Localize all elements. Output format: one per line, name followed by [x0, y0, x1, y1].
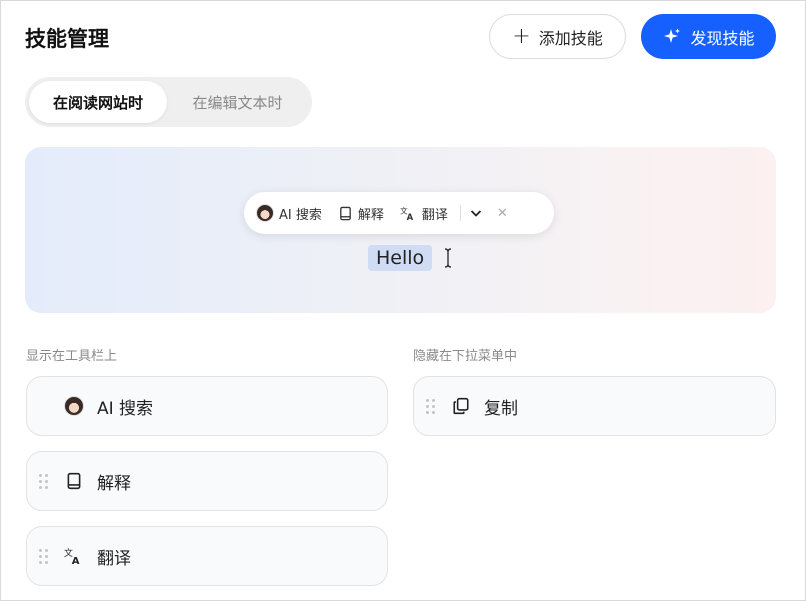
selected-text: Hello	[368, 245, 433, 271]
book-icon	[340, 206, 351, 220]
preview-toolbar-label: 翻译	[421, 207, 448, 223]
preview-toolbar-label: 解释	[357, 207, 384, 223]
skill-label: AI 搜索	[97, 398, 154, 419]
plus-icon: +	[512, 23, 531, 49]
toolbar-preview: AI 搜索 解释 文 A 翻译 ✕ Hello	[25, 147, 776, 313]
preview-toolbar-label: AI 搜索	[279, 207, 322, 223]
page-title: 技能管理	[25, 27, 109, 51]
skill-label: 翻译	[97, 548, 131, 569]
ai-avatar-icon	[256, 204, 274, 222]
skill-label: 解释	[97, 473, 131, 494]
sparkle-icon	[664, 28, 681, 43]
context-tabs: 在阅读网站时 在编辑文本时	[25, 77, 312, 127]
copy-icon	[453, 397, 469, 415]
skill-card-translate[interactable]: 文 A 翻译	[26, 526, 388, 586]
shown-section-label: 显示在工具栏上	[26, 349, 118, 364]
skill-card-copy[interactable]: 复制	[413, 376, 776, 436]
drag-handle-placeholder	[39, 399, 49, 414]
preview-toolbar-item: 文 A 翻译	[400, 204, 448, 223]
add-skill-button[interactable]: + 添加技能	[489, 14, 626, 59]
close-icon: ✕	[496, 205, 508, 221]
drag-handle-icon[interactable]	[426, 398, 436, 414]
ai-avatar-icon	[64, 396, 84, 416]
skill-card-ai-search[interactable]: AI 搜索	[26, 376, 388, 436]
preview-floating-toolbar: AI 搜索 解释 文 A 翻译 ✕	[244, 192, 554, 234]
skill-card-explain[interactable]: 解释	[26, 451, 388, 511]
selected-text-demo: Hello	[368, 245, 454, 271]
drag-handle-icon[interactable]	[39, 548, 49, 564]
chevron-down-icon	[469, 206, 483, 220]
svg-text:A: A	[407, 212, 414, 221]
hidden-section-label: 隐藏在下拉菜单中	[413, 349, 518, 364]
skill-label: 复制	[484, 398, 518, 419]
discover-skills-label: 发现技能	[690, 28, 755, 48]
book-icon	[67, 472, 81, 490]
drag-handle-icon[interactable]	[39, 473, 49, 489]
toolbar-divider	[459, 205, 461, 221]
preview-toolbar-item: 解释	[338, 204, 384, 223]
discover-skills-button[interactable]: 发现技能	[641, 14, 776, 59]
text-cursor-icon	[445, 248, 452, 268]
add-skill-label: 添加技能	[538, 28, 603, 48]
tab-editing-text[interactable]: 在编辑文本时	[167, 81, 308, 123]
translate-icon: 文 A	[400, 206, 414, 221]
tab-reading-websites[interactable]: 在阅读网站时	[29, 81, 167, 123]
svg-text:A: A	[72, 556, 80, 565]
translate-icon: 文 A	[64, 547, 80, 565]
preview-toolbar-item: AI 搜索	[256, 204, 322, 223]
